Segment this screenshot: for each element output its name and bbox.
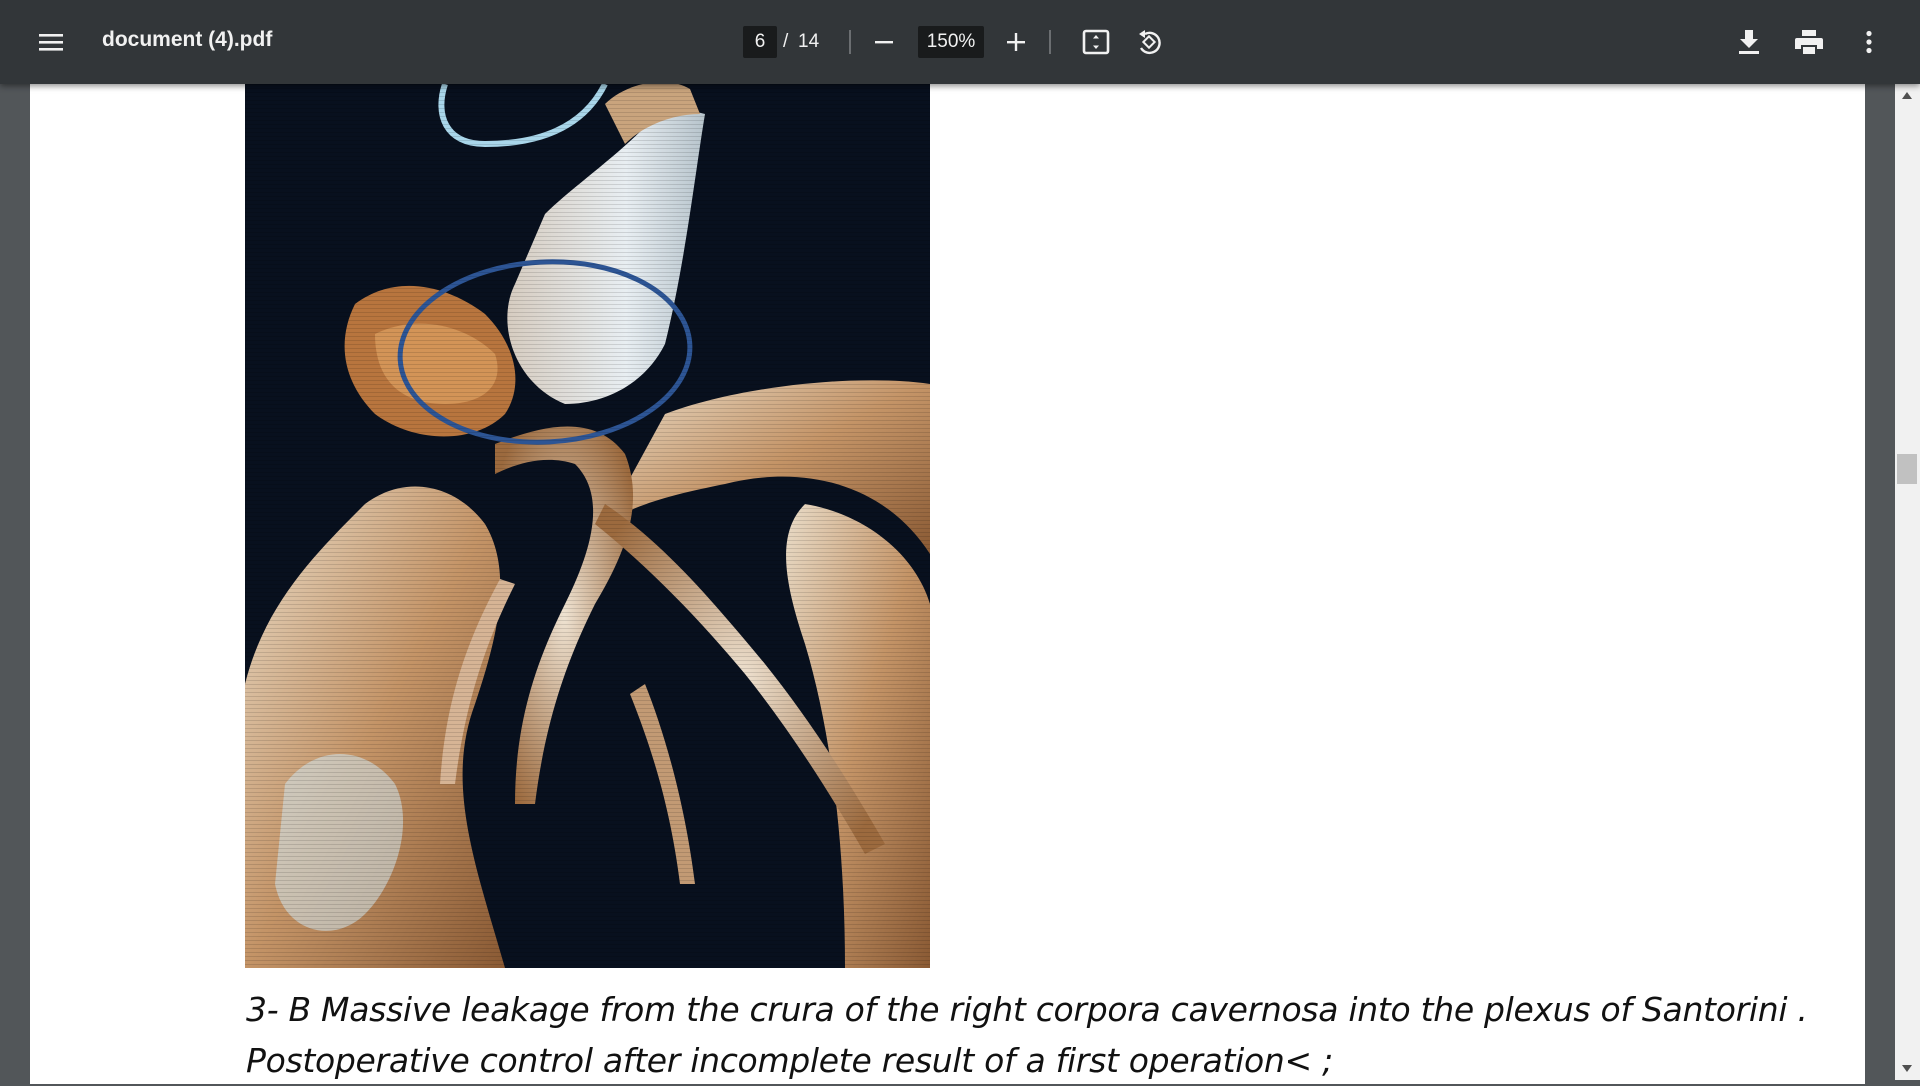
caption-line-2: Postoperative control after incomplete r… [246,1041,1333,1080]
fit-to-page-icon[interactable] [1072,18,1120,66]
scrollbar-thumb[interactable] [1897,454,1917,484]
minus-icon[interactable] [860,18,908,66]
pdf-page: 3- B Massive leakage from the crura of t… [30,84,1865,1084]
pdf-toolbar: document (4).pdf 6 / 14 150% [0,0,1920,84]
scroll-up-arrow-icon[interactable] [1902,92,1912,99]
page-number-input[interactable]: 6 [743,26,777,58]
ct-angiography-image [245,84,930,968]
pdf-viewer[interactable]: 3- B Massive leakage from the crura of t… [0,84,1920,1084]
hamburger-menu-icon[interactable] [27,18,75,66]
page-separator: / [783,31,789,52]
plus-icon[interactable] [992,18,1040,66]
toolbar-divider [849,30,851,54]
page-total: 14 [798,31,820,52]
rotate-counterclockwise-icon[interactable] [1125,18,1173,66]
figure-caption: 3- B Massive leakage from the crura of t… [246,984,1846,1086]
zoom-level-input[interactable]: 150% [918,26,984,58]
vertical-scrollbar[interactable] [1895,84,1920,1080]
document-title: document (4).pdf [102,28,273,51]
toolbar-divider [1049,30,1051,54]
more-vertical-icon[interactable] [1845,18,1893,66]
print-icon[interactable] [1785,18,1833,66]
download-icon[interactable] [1725,18,1773,66]
scroll-down-arrow-icon[interactable] [1902,1065,1912,1072]
caption-line-1: 3- B Massive leakage from the crura of t… [246,990,1808,1029]
